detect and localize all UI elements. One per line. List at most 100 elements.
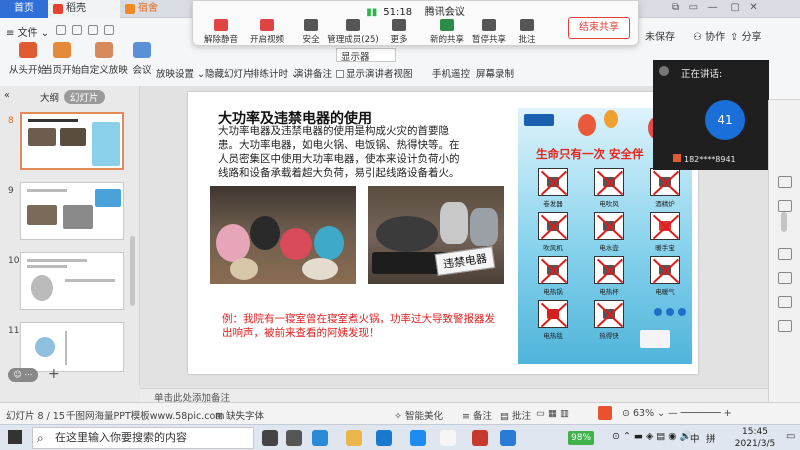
slide-example-caption[interactable]: 例：我院有一寝室曾在寝室煮火锅，功率过大导致警报器发出响声，被前来查看的阿姨发现… (222, 312, 504, 340)
ime-indicator[interactable]: 中 (690, 431, 700, 445)
hide-slide-button[interactable]: 隐藏幻灯片 (205, 66, 253, 80)
edge-browser-icon[interactable] (312, 430, 328, 446)
tencent-meeting-icon[interactable] (500, 430, 516, 446)
file-menu[interactable]: ≡ 文件 ⌄ (6, 24, 49, 39)
members-icon (346, 19, 360, 31)
star-icon[interactable] (778, 272, 792, 284)
add-slide-icon[interactable]: + (48, 366, 60, 382)
manage-members-button[interactable]: 管理成员(25) (327, 19, 379, 45)
rehearse-timing-label: 排练计时 (250, 69, 289, 80)
notes-label: 备注 (472, 411, 492, 422)
shape-icon[interactable] (778, 200, 792, 212)
show-settings-button[interactable]: 放映设置 ⌄ (156, 66, 205, 80)
forbidden-appliance-tag: 违禁电器 (434, 246, 496, 276)
screen-record-button[interactable]: 屏幕录制 (476, 66, 514, 80)
monitor-select-value: 显示器 (341, 52, 370, 63)
end-share-button[interactable]: 结束共享 (568, 17, 630, 39)
file-explorer-icon[interactable] (346, 430, 362, 446)
font-icon: ⊞ (215, 411, 226, 422)
show-settings-label: 放映设置 (156, 69, 195, 80)
notes-button[interactable]: ≡ 备注 (462, 408, 492, 422)
taskbar-search-box[interactable]: ⌕ 在这里输入你要搜索的内容 (32, 427, 254, 449)
tab-dorm-label: 宿舍 (138, 3, 158, 14)
settings-icon[interactable] (778, 248, 792, 260)
collapse-pane-icon[interactable]: « (4, 90, 10, 101)
confiscated-appliances-photo[interactable]: 违禁电器 (368, 186, 504, 284)
smart-beautify-button[interactable]: ✧ 智能美化 (394, 408, 443, 422)
annotate-button[interactable]: 批注 (501, 19, 553, 45)
forbidden-item-cell (594, 168, 624, 196)
slide-number: 8 (8, 116, 14, 126)
monitor-select[interactable]: 显示器 (336, 48, 396, 63)
missing-font-button[interactable]: ⊞ 缺失字体 (215, 408, 264, 422)
slide-number: 10 (8, 256, 20, 266)
thumbnail-scrollbar[interactable] (130, 236, 135, 306)
windows-start-icon[interactable] (8, 430, 22, 444)
search-icon: ⌕ (37, 431, 44, 445)
forbidden-item-cell (594, 212, 624, 240)
task-view-icon[interactable] (286, 430, 302, 446)
tab-slides[interactable]: 幻灯片 (64, 90, 105, 104)
battery-indicator[interactable]: 98% (568, 431, 595, 445)
template-info: 千图网海量PPT模板www.58pic.com (66, 411, 225, 422)
thumb-illustration (35, 337, 55, 357)
play-slideshow-icon[interactable] (598, 406, 612, 420)
forbidden-item-cell (650, 212, 680, 240)
share-button[interactable]: ⇪ 分享 (730, 28, 762, 43)
more-button[interactable]: 更多 (373, 19, 425, 45)
clock-time: 15:45 (742, 427, 768, 437)
forbidden-item-label: 电热毯 (543, 332, 563, 340)
tray-icons[interactable]: ⊙ ⌃ ▬ ◈ ▤ ◉ 🔊 (612, 431, 691, 442)
tab-daoke[interactable]: 稻壳 (48, 0, 120, 18)
cortana-icon[interactable] (262, 430, 278, 446)
meeting-title: ▮▮ 51:18 腾讯会议 (193, 3, 638, 18)
pane-tabs: 大纲 幻灯片 « (0, 90, 140, 104)
notes-bar[interactable]: 单击此处添加备注 (140, 388, 768, 404)
speaker-video-panel: 正在讲话: 41 182****8941 (653, 60, 769, 170)
thumb-title-line (28, 119, 78, 122)
slide-thumbnail-8[interactable] (20, 112, 124, 170)
emoji-toolbar-icon[interactable]: ☺ ⋯ (8, 368, 38, 382)
redo-icon[interactable] (104, 25, 114, 35)
tab-outline[interactable]: 大纲 (40, 90, 59, 104)
thumb-text-line (27, 265, 67, 268)
comments-button[interactable]: ▤ 批注 (500, 408, 531, 422)
store-icon[interactable] (376, 430, 392, 446)
presenter-view-checkbox[interactable]: 显示演讲者视图 (336, 66, 413, 80)
collab-button[interactable]: ⚇ 协作 (693, 28, 725, 43)
forbidden-item-label: 卷发器 (543, 200, 563, 208)
save-icon[interactable] (56, 25, 66, 35)
chrome-icon[interactable] (440, 430, 456, 446)
tab-dorm-document[interactable]: 宿舍 (120, 0, 170, 18)
unmute-button[interactable]: 解除静音 (195, 19, 247, 45)
meeting-timer: 51:18 (383, 7, 413, 18)
wps-icon[interactable] (472, 430, 488, 446)
rice-cooker (250, 216, 280, 250)
window-controls[interactable]: ⧉ ▭ — ▢ ✕ (672, 2, 758, 13)
video-off-icon (260, 19, 274, 31)
print-icon[interactable] (72, 25, 82, 35)
meeting-app-icon[interactable] (410, 430, 426, 446)
search-placeholder: 在这里输入你要搜索的内容 (55, 431, 187, 444)
tab-home[interactable]: 首页 (0, 0, 48, 18)
editor-scrollbar[interactable] (781, 212, 787, 232)
taskbar-clock[interactable]: 15:45 2021/3/5 (727, 426, 783, 450)
comment-icon[interactable] (778, 320, 792, 332)
notification-icon[interactable]: ▭ (786, 431, 795, 442)
slide-thumbnail-9[interactable] (20, 182, 124, 240)
undo-icon[interactable] (88, 25, 98, 35)
slide-canvas[interactable]: 大功率及违禁电器的使用 大功率电器及违禁电器的使用是构成火灾的首要隐患。大功率电… (188, 92, 698, 374)
ime-mode[interactable]: 拼 (706, 431, 716, 445)
view-mode-buttons[interactable]: ▭ ▦ ▥ (536, 408, 569, 419)
slide-thumbnail-11[interactable] (20, 322, 124, 372)
rehearse-timing-button[interactable]: 排练计时 ⌄ (250, 66, 299, 80)
help-icon[interactable] (778, 176, 792, 188)
backup-icon[interactable] (778, 296, 792, 308)
slide-body-text[interactable]: 大功率电器及违禁电器的使用是构成火灾的首要隐患。大功率电器，如电火锅、电饭锅、热… (218, 124, 464, 180)
speaker-notes-button[interactable]: 演讲备注 (294, 66, 332, 80)
appliances-photo[interactable] (210, 186, 356, 284)
zoom-controls[interactable]: ⊙ 63% ⌄ — ─────── + (622, 408, 732, 419)
phone-remote-button[interactable]: 手机遥控 (432, 66, 470, 80)
slide-thumbnail-10[interactable] (20, 252, 124, 310)
start-video-label: 开启视频 (249, 35, 284, 45)
